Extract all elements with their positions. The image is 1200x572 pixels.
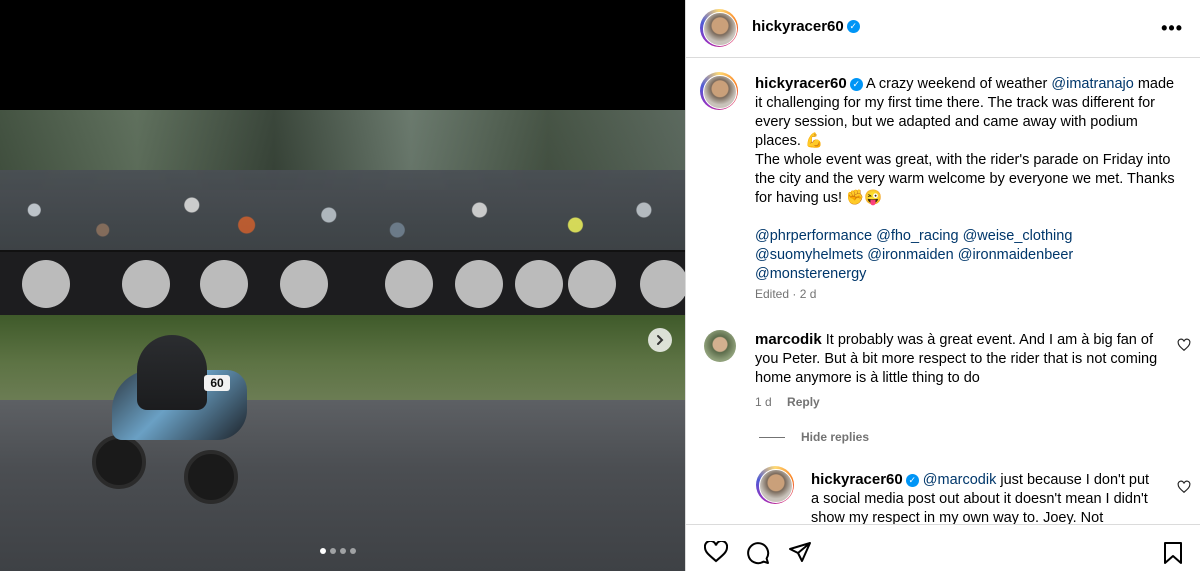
tag-link[interactable]: @suomyhelmets: [755, 247, 863, 263]
post-caption: hickyracer60 ✓ A crazy weekend of weather…: [755, 74, 1180, 284]
reply-username[interactable]: hickyracer60: [811, 471, 903, 488]
tag-link[interactable]: @weise_clothing: [963, 228, 1073, 244]
reply-mention[interactable]: @marcodik: [923, 472, 997, 488]
action-bar: [686, 524, 1200, 572]
tag-link[interactable]: @ironmaidenbeer: [958, 247, 1073, 263]
like-heart-icon[interactable]: [704, 541, 728, 563]
comments-scroll[interactable]: hickyracer60 ✓ A crazy weekend of weather…: [686, 58, 1200, 524]
post-photo[interactable]: 60: [0, 110, 685, 571]
tag-link[interactable]: @ironmaiden: [867, 247, 953, 263]
verified-badge-icon: ✓: [846, 20, 860, 34]
carousel-dot: [340, 548, 346, 554]
more-options-icon[interactable]: •••: [1161, 18, 1183, 39]
comment-bubble-icon[interactable]: [746, 541, 770, 565]
post-media: 60: [0, 0, 685, 571]
save-bookmark-icon[interactable]: [1163, 541, 1183, 565]
bike-number: 60: [204, 375, 230, 391]
caption-text-3: The whole event was great, with the ride…: [755, 152, 1175, 206]
post-side-panel: hickyracer60 ✓ ••• hickyracer60 ✓ A crazy …: [685, 0, 1200, 571]
verified-badge-icon: ✓: [849, 77, 863, 91]
caption-text-1: A crazy weekend of weather: [865, 76, 1048, 92]
tag-link[interactable]: @phrperformance: [755, 228, 872, 244]
post-header: hickyracer60 ✓ •••: [686, 0, 1200, 58]
like-comment-heart-icon[interactable]: [1177, 338, 1191, 352]
tag-link[interactable]: @monsterenergy: [755, 266, 866, 282]
reply-avatar[interactable]: [756, 466, 794, 504]
caption-avatar[interactable]: [700, 72, 738, 110]
author-username[interactable]: hickyracer60: [752, 18, 844, 35]
caption-username[interactable]: hickyracer60: [755, 75, 847, 92]
motorcycle: 60: [92, 335, 252, 505]
comment-body: marcodik It probably was à great event. …: [755, 330, 1165, 388]
hide-replies-button[interactable]: Hide replies: [759, 430, 869, 444]
hide-replies-label: Hide replies: [801, 430, 870, 444]
tag-link[interactable]: @fho_racing: [876, 228, 958, 244]
carousel-dot: [330, 548, 336, 554]
photo-banner: [0, 250, 685, 317]
like-reply-heart-icon[interactable]: [1177, 480, 1191, 494]
carousel-dots: [320, 548, 356, 554]
reply-body: hickyracer60 ✓ @marcodik just because I d…: [811, 470, 1161, 524]
reply-button[interactable]: Reply: [787, 395, 820, 409]
carousel-dot: [320, 548, 326, 554]
verified-badge-icon: ✓: [905, 473, 919, 487]
comment-meta: 1 d Reply: [755, 395, 820, 409]
share-paper-plane-icon[interactable]: [788, 541, 812, 563]
comment-username[interactable]: marcodik: [755, 331, 822, 348]
edited-timestamp: Edited · 2 d: [755, 287, 817, 301]
commenter-avatar[interactable]: [704, 330, 736, 362]
next-image-button[interactable]: [648, 328, 672, 352]
comment-age: 1 d: [755, 395, 772, 409]
caption-mention[interactable]: @imatranajo: [1051, 76, 1133, 92]
carousel-dot: [350, 548, 356, 554]
author-avatar[interactable]: [700, 9, 738, 47]
chevron-right-icon: [657, 335, 664, 345]
